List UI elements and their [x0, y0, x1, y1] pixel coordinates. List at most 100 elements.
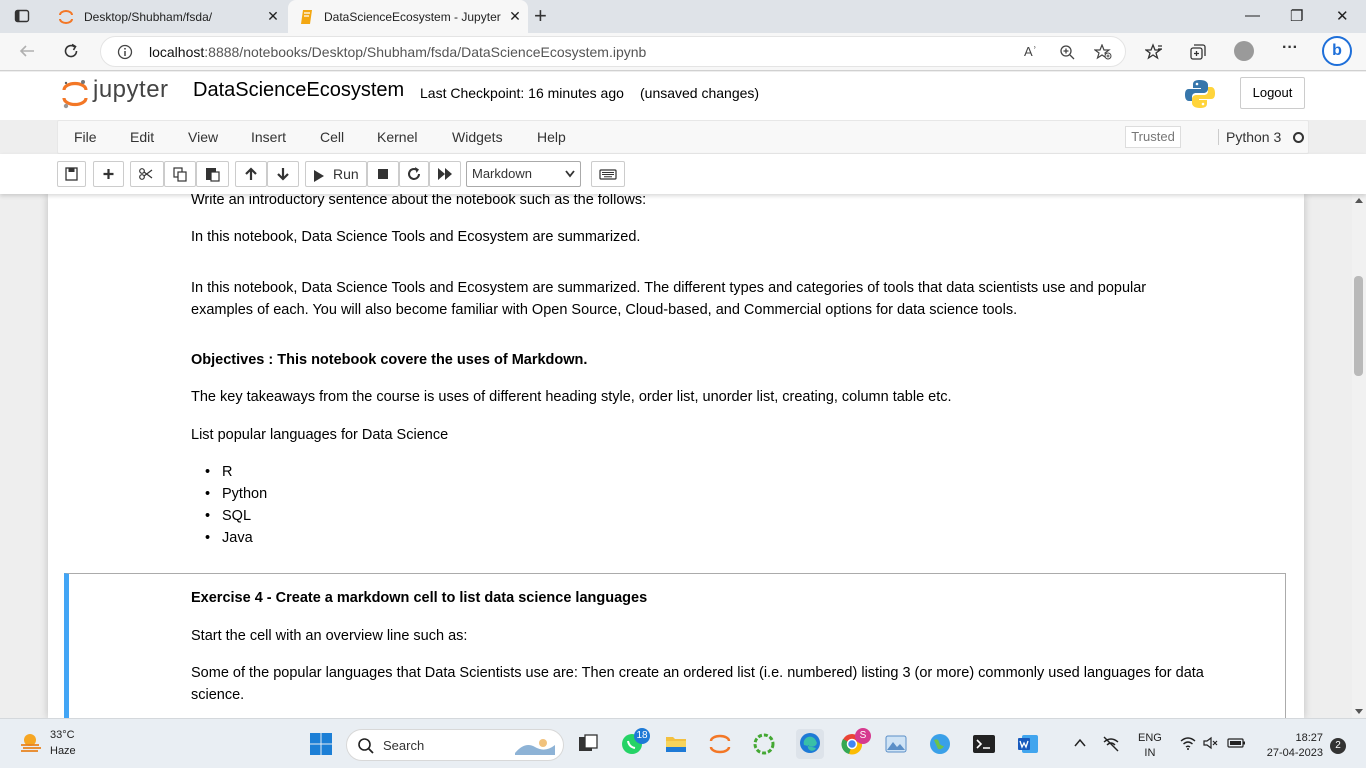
cell-text: In this notebook, Data Science Tools and…: [191, 280, 1147, 296]
menu-kernel[interactable]: Kernel: [377, 129, 417, 145]
cell-text: Start the cell with an overview line suc…: [191, 628, 468, 644]
paste-button[interactable]: [196, 161, 229, 187]
edge-browser-icon[interactable]: [796, 729, 824, 759]
search-label: Search: [383, 738, 425, 753]
cell-text: In this notebook, Data Science Tools and…: [191, 229, 641, 245]
save-button[interactable]: [57, 161, 86, 187]
list-item-label: Python: [222, 486, 268, 502]
menu-widgets[interactable]: Widgets: [452, 129, 503, 145]
restart-run-all-button[interactable]: [429, 161, 461, 187]
browser-tab-notebook[interactable]: DataScienceEcosystem - Jupyter ✕: [288, 0, 528, 33]
command-palette-button[interactable]: [591, 161, 625, 187]
bing-chat-icon[interactable]: b: [1322, 36, 1352, 66]
tab-label: Desktop/Shubham/fsda/: [84, 9, 213, 24]
cut-button[interactable]: [130, 161, 164, 187]
list-item-label: Java: [222, 530, 253, 546]
refresh-icon[interactable]: [62, 42, 80, 60]
languages-heading: List popular languages for Data Science: [191, 427, 449, 443]
page-scrollbar[interactable]: [1352, 194, 1366, 718]
temperature: 33°C: [50, 729, 75, 741]
menu-file[interactable]: File: [74, 129, 97, 145]
chrome-profile-badge: S: [855, 728, 871, 744]
more-menu-icon[interactable]: ···: [1282, 39, 1298, 57]
insert-cell-button[interactable]: [93, 161, 124, 187]
play-icon: [313, 169, 325, 182]
scroll-down-icon[interactable]: [1354, 708, 1364, 716]
volume-muted-icon[interactable]: [1203, 736, 1219, 750]
restore-button[interactable]: ❐: [1290, 7, 1303, 25]
browser-tab-files[interactable]: Desktop/Shubham/fsda/ ✕: [44, 0, 286, 33]
list-item: Python: [205, 483, 267, 505]
search-highlight-icon: [513, 735, 557, 757]
restart-icon: [400, 162, 428, 186]
notebook-name[interactable]: DataScienceEcosystem: [193, 79, 404, 102]
maps-globe-icon[interactable]: [928, 732, 952, 756]
favorites-icon[interactable]: [1145, 43, 1163, 61]
photos-icon[interactable]: [884, 732, 908, 756]
anaconda-icon[interactable]: [752, 732, 776, 756]
back-arrow-icon[interactable]: [18, 42, 36, 60]
list-item: R: [205, 461, 232, 483]
haze-weather-icon[interactable]: [18, 729, 44, 755]
jupyter-logo-icon[interactable]: [62, 79, 88, 109]
word-icon[interactable]: [1016, 732, 1040, 756]
notebook-menubar: File Edit View Insert Cell Kernel Widget…: [57, 120, 1309, 154]
menu-help[interactable]: Help: [537, 129, 566, 145]
stop-icon: [368, 162, 398, 186]
restart-kernel-button[interactable]: [399, 161, 429, 187]
add-favorite-icon[interactable]: [1094, 44, 1112, 60]
no-network-icon[interactable]: [1102, 736, 1120, 752]
jupyter-app-icon[interactable]: [708, 732, 732, 756]
tab-actions-icon[interactable]: [14, 8, 30, 24]
window-close-button[interactable]: ✕: [1336, 7, 1349, 25]
scroll-up-icon[interactable]: [1354, 196, 1364, 204]
move-up-button[interactable]: [235, 161, 267, 187]
trusted-indicator[interactable]: Trusted: [1125, 126, 1181, 148]
show-hidden-icons-icon[interactable]: [1073, 736, 1087, 750]
wifi-icon[interactable]: [1180, 736, 1196, 750]
site-info-icon[interactable]: [117, 44, 133, 60]
autosave-status: (unsaved changes): [640, 85, 760, 101]
plus-icon: [94, 162, 123, 186]
terminal-icon[interactable]: [972, 732, 996, 756]
menu-edit[interactable]: Edit: [130, 129, 154, 145]
file-explorer-icon[interactable]: [664, 732, 688, 756]
menu-insert[interactable]: Insert: [251, 129, 286, 145]
profile-avatar[interactable]: [1234, 41, 1254, 61]
kernel-name[interactable]: Python 3: [1218, 129, 1281, 145]
notification-count[interactable]: 2: [1330, 738, 1346, 754]
jupyter-logo-text[interactable]: jupyter: [93, 76, 169, 104]
new-tab-button[interactable]: +: [534, 4, 547, 28]
task-view-icon[interactable]: [576, 732, 600, 756]
menu-view[interactable]: View: [188, 129, 218, 145]
clock[interactable]: 18:27 27-04-2023: [1260, 731, 1323, 761]
windows-start-icon[interactable]: [309, 732, 333, 756]
read-aloud-icon[interactable]: Aʾ: [1024, 44, 1037, 59]
copy-button[interactable]: [164, 161, 196, 187]
zoom-icon[interactable]: [1059, 44, 1075, 60]
python-logo-icon: [1183, 78, 1217, 110]
taskbar-search[interactable]: Search: [346, 729, 564, 761]
tab-close-icon[interactable]: ✕: [502, 8, 528, 25]
scrollbar-thumb[interactable]: [1354, 276, 1363, 376]
cell-type-select[interactable]: Markdown: [466, 161, 581, 187]
input-language[interactable]: ENG IN: [1138, 731, 1162, 761]
weather-description: Haze: [50, 745, 76, 757]
interrupt-button[interactable]: [367, 161, 399, 187]
jupyter-favicon-icon: [58, 9, 74, 25]
scissors-icon: [131, 162, 163, 186]
windows-taskbar: 33°C Haze Search 18 S ENG IN 18:27 27-04…: [0, 718, 1366, 768]
move-down-button[interactable]: [267, 161, 299, 187]
tab-close-icon[interactable]: ✕: [260, 8, 286, 25]
minimize-button[interactable]: —: [1245, 7, 1260, 24]
battery-icon[interactable]: [1227, 736, 1247, 750]
address-bar[interactable]: localhost:8888/notebooks/Desktop/Shubham…: [100, 36, 1126, 67]
run-label: Run: [332, 166, 359, 182]
collections-icon[interactable]: [1189, 43, 1207, 61]
menu-cell[interactable]: Cell: [320, 129, 344, 145]
kernel-idle-icon: [1293, 132, 1304, 143]
cell-text: Some of the popular languages that Data …: [191, 665, 1204, 681]
run-button[interactable]: Run: [305, 161, 367, 187]
region-code: IN: [1144, 747, 1156, 759]
logout-button[interactable]: Logout: [1240, 77, 1305, 109]
